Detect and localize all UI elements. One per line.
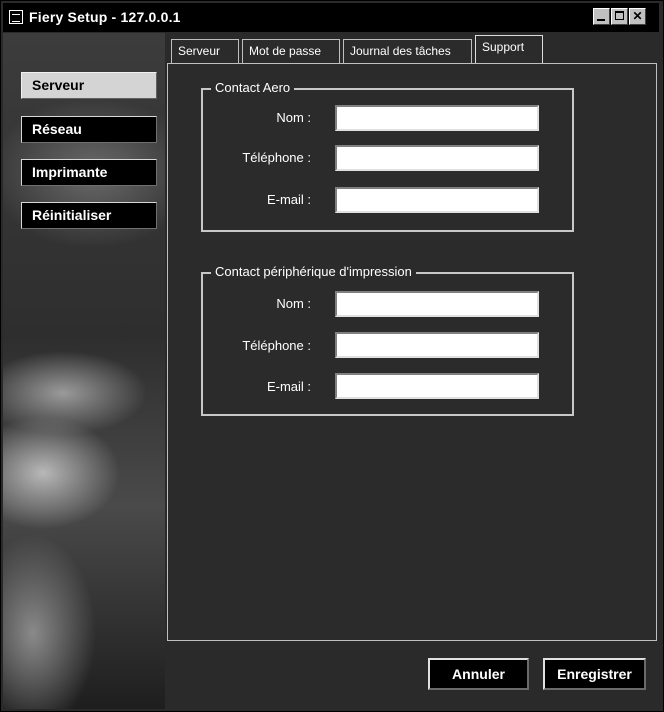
- device-phone-input[interactable]: [335, 332, 539, 358]
- tab-journal-des-taches[interactable]: Journal des tâches: [343, 39, 472, 63]
- save-button[interactable]: Enregistrer: [543, 658, 646, 690]
- tab-support[interactable]: Support: [475, 35, 543, 63]
- aero-phone-label: Téléphone :: [242, 150, 311, 165]
- device-name-input[interactable]: [335, 291, 539, 317]
- tab-serveur[interactable]: Serveur: [171, 39, 239, 63]
- maximize-button[interactable]: [611, 8, 628, 25]
- close-button[interactable]: ✕: [629, 8, 646, 25]
- window-title: Fiery Setup - 127.0.0.1: [29, 9, 181, 25]
- aero-name-label: Nom :: [276, 110, 311, 125]
- sidebar-item-reinitialiser[interactable]: Réinitialiser: [21, 202, 157, 229]
- app-window-icon: [9, 10, 23, 24]
- contact-device-title: Contact périphérique d'impression: [211, 264, 416, 279]
- aero-phone-input[interactable]: [335, 145, 539, 171]
- close-icon: ✕: [632, 9, 643, 23]
- aero-email-label: E-mail :: [266, 192, 311, 207]
- device-phone-label: Téléphone :: [242, 338, 311, 353]
- minimize-button[interactable]: [593, 8, 610, 25]
- aero-email-input[interactable]: [335, 187, 539, 213]
- cancel-button[interactable]: Annuler: [428, 658, 529, 690]
- sidebar-item-imprimante[interactable]: Imprimante: [21, 159, 157, 186]
- device-email-input[interactable]: [335, 373, 539, 399]
- tab-mot-de-passe[interactable]: Mot de passe: [242, 39, 340, 63]
- device-email-label: E-mail :: [266, 379, 311, 394]
- aero-name-input[interactable]: [335, 105, 539, 131]
- maximize-icon: [615, 11, 624, 20]
- sidebar-item-reseau[interactable]: Réseau: [21, 116, 157, 143]
- fiery-setup-window: Fiery Setup - 127.0.0.1 ✕ Serveur Réseau…: [0, 0, 664, 712]
- minimize-icon: [597, 19, 605, 21]
- title-bar[interactable]: Fiery Setup - 127.0.0.1 ✕: [3, 3, 659, 32]
- contact-aero-title: Contact Aero: [211, 80, 295, 95]
- sidebar-item-serveur[interactable]: Serveur: [21, 72, 157, 99]
- device-name-label: Nom :: [276, 296, 311, 311]
